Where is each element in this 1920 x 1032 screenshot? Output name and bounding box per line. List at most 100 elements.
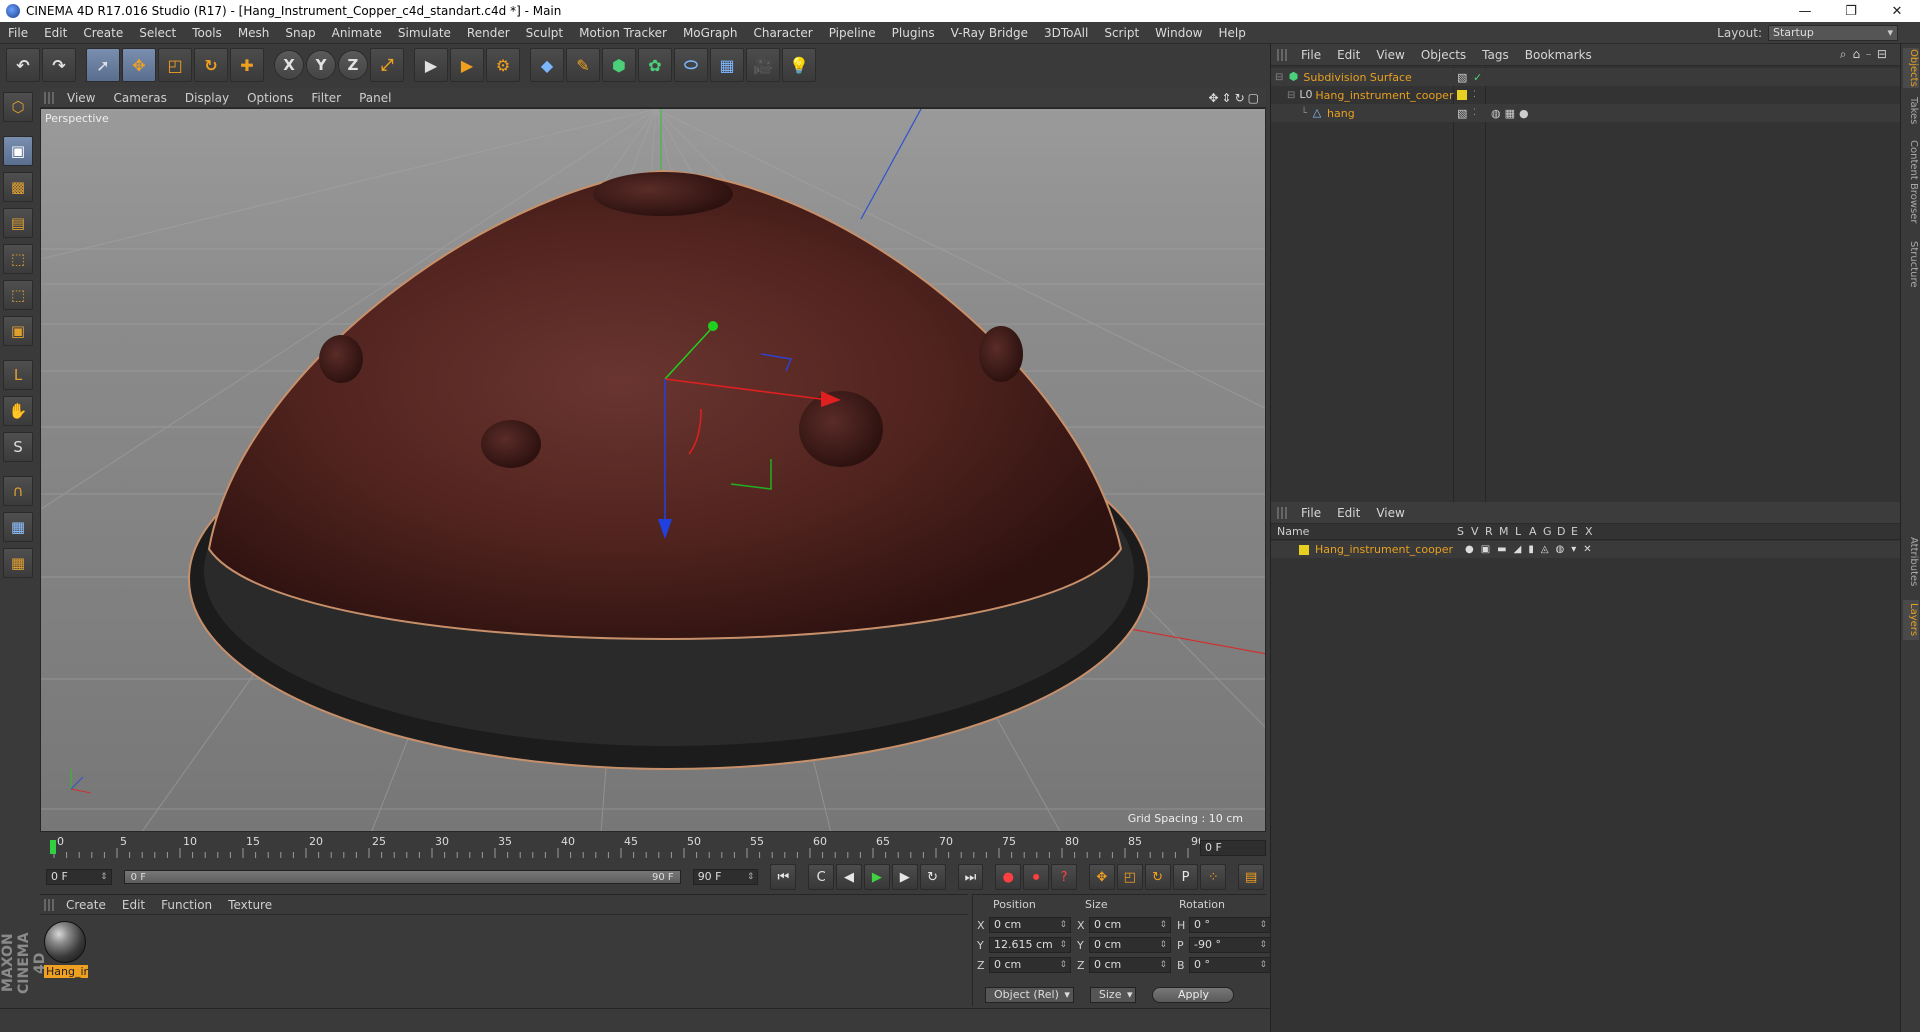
menu-simulate[interactable]: Simulate bbox=[390, 22, 459, 44]
array-icon[interactable]: ✿ bbox=[638, 48, 672, 82]
render-settings-icon[interactable]: ⚙ bbox=[486, 48, 520, 82]
material-name[interactable]: Hang_ir bbox=[44, 965, 88, 978]
object-name[interactable]: hang bbox=[1327, 107, 1355, 120]
minimize-button[interactable]: — bbox=[1782, 0, 1828, 22]
menu-render[interactable]: Render bbox=[459, 22, 518, 44]
panel-grip[interactable] bbox=[1277, 48, 1287, 61]
magnet-snap-icon[interactable]: ∩ bbox=[3, 476, 33, 506]
objects-search-home-icons[interactable]: ⌕⌂⎯⊟ bbox=[1840, 47, 1901, 62]
apply-button[interactable]: Apply bbox=[1152, 987, 1235, 1003]
move-tool-icon[interactable]: ✥ bbox=[122, 48, 156, 82]
panel-grip[interactable] bbox=[44, 898, 54, 911]
tab-layers[interactable]: Layers bbox=[1903, 600, 1919, 640]
preview-range-slider[interactable]: 0 F 90 F bbox=[123, 870, 681, 884]
y-axis-lock-icon[interactable]: Y bbox=[306, 50, 336, 80]
layers-menu-file[interactable]: File bbox=[1293, 506, 1329, 520]
menu-motion-tracker[interactable]: Motion Tracker bbox=[571, 22, 675, 44]
layers-menu-edit[interactable]: Edit bbox=[1329, 506, 1368, 520]
objects-menu-bookmarks[interactable]: Bookmarks bbox=[1517, 48, 1600, 62]
menu-mograph[interactable]: MoGraph bbox=[675, 22, 746, 44]
play-forward-icon[interactable]: ▶ bbox=[863, 864, 890, 890]
panel-grip[interactable] bbox=[44, 91, 54, 104]
layer-color-swatch[interactable] bbox=[1457, 90, 1467, 100]
timeline-window-icon[interactable]: ▤ bbox=[1238, 864, 1265, 890]
z-axis-lock-icon[interactable]: Z bbox=[338, 50, 368, 80]
size-mode-dropdown[interactable]: Size bbox=[1089, 987, 1137, 1003]
material-menu-edit[interactable]: Edit bbox=[114, 898, 153, 912]
objects-menu-file[interactable]: File bbox=[1293, 48, 1329, 62]
layer-row[interactable]: Hang_instrument_cooper ●▣▬◢▮◬◍▾✕ bbox=[1271, 541, 1901, 558]
menu-pipeline[interactable]: Pipeline bbox=[821, 22, 884, 44]
position-y-field[interactable]: 12.615 cm bbox=[989, 937, 1071, 953]
object-tags-icons[interactable]: ◍▦● bbox=[1491, 107, 1533, 120]
position-z-field[interactable]: 0 cm bbox=[989, 957, 1071, 973]
model-mode-icon[interactable]: ▣ bbox=[3, 136, 33, 166]
menu-character[interactable]: Character bbox=[745, 22, 820, 44]
record-position-icon[interactable]: ✥ bbox=[1088, 864, 1115, 890]
record-active-objects-icon[interactable]: ● bbox=[995, 864, 1022, 890]
size-z-field[interactable]: 0 cm bbox=[1089, 957, 1171, 973]
deformer-icon[interactable]: ⬭ bbox=[674, 48, 708, 82]
object-name[interactable]: Subdivision Surface bbox=[1303, 71, 1411, 84]
menu-edit[interactable]: Edit bbox=[36, 22, 75, 44]
menu-snap[interactable]: Snap bbox=[277, 22, 323, 44]
points-mode-icon[interactable]: ⬚ bbox=[3, 244, 33, 274]
workplane-mode-icon[interactable]: ▤ bbox=[3, 208, 33, 238]
layer-color-swatch[interactable] bbox=[1299, 544, 1309, 555]
current-frame-field[interactable]: 0 F bbox=[1200, 840, 1266, 856]
object-row-subdivision[interactable]: ⊟ ⬢ Subdivision Surface ▧ ✓ bbox=[1271, 68, 1901, 86]
size-x-field[interactable]: 0 cm bbox=[1089, 917, 1171, 933]
floor-icon[interactable]: ▦ bbox=[710, 48, 744, 82]
enabled-check-icon[interactable]: ✓ bbox=[1473, 71, 1482, 84]
visibility-dots-icon[interactable]: ⁚ bbox=[1473, 90, 1476, 100]
menu-help[interactable]: Help bbox=[1210, 22, 1253, 44]
pen-spline-icon[interactable]: ✎ bbox=[566, 48, 600, 82]
menu-3dtoall[interactable]: 3DToAll bbox=[1036, 22, 1096, 44]
viewport-menu-display[interactable]: Display bbox=[176, 91, 238, 105]
viewport-menu-cameras[interactable]: Cameras bbox=[104, 91, 175, 105]
material-menu-function[interactable]: Function bbox=[153, 898, 220, 912]
make-editable-icon[interactable]: ⬡ bbox=[3, 92, 33, 122]
viewport-menu-filter[interactable]: Filter bbox=[302, 91, 350, 105]
render-view-icon[interactable]: ▶ bbox=[414, 48, 448, 82]
record-scale-icon[interactable]: ◰ bbox=[1116, 864, 1143, 890]
layer-flag-icons[interactable]: ●▣▬◢▮◬◍▾✕ bbox=[1465, 544, 1599, 555]
tab-structure[interactable]: Structure bbox=[1903, 236, 1919, 292]
visibility-dots-icon[interactable]: ▧ bbox=[1457, 71, 1467, 84]
next-key-icon[interactable]: ↻ bbox=[919, 864, 946, 890]
objects-menu-tags[interactable]: Tags bbox=[1474, 48, 1517, 62]
tweak-mode-icon[interactable]: ✋ bbox=[3, 396, 33, 426]
material-swatch[interactable]: Hang_ir bbox=[44, 921, 88, 978]
record-parameter-icon[interactable]: P bbox=[1172, 864, 1199, 890]
recent-tool-icon[interactable]: ✚ bbox=[230, 48, 264, 82]
menu-tools[interactable]: Tools bbox=[184, 22, 230, 44]
panel-grip[interactable] bbox=[1277, 506, 1287, 519]
tab-objects[interactable]: Objects bbox=[1903, 48, 1919, 88]
cube-primitive-icon[interactable]: ◆ bbox=[530, 48, 564, 82]
live-selection-icon[interactable]: ➚ bbox=[86, 48, 120, 82]
3d-viewport[interactable]: Perspective Grid Spacing : 10 cm bbox=[40, 108, 1266, 832]
menu-file[interactable]: File bbox=[0, 22, 36, 44]
menu-animate[interactable]: Animate bbox=[324, 22, 390, 44]
visibility-dots-icon[interactable]: ▧ bbox=[1457, 107, 1467, 120]
autokeying-icon[interactable]: ⏺ bbox=[1023, 864, 1050, 890]
menu-create[interactable]: Create bbox=[75, 22, 131, 44]
record-rotation-icon[interactable]: ↻ bbox=[1144, 864, 1171, 890]
menu-sculpt[interactable]: Sculpt bbox=[518, 22, 571, 44]
x-axis-lock-icon[interactable]: X bbox=[274, 50, 304, 80]
previous-frame-icon[interactable]: ◀ bbox=[836, 864, 862, 890]
viewport-menu-view[interactable]: View bbox=[58, 91, 104, 105]
rotate-tool-icon[interactable]: ↻ bbox=[194, 48, 228, 82]
camera-icon[interactable]: 🎥 bbox=[746, 48, 780, 82]
render-to-picture-viewer-icon[interactable]: ▶ bbox=[450, 48, 484, 82]
light-icon[interactable]: 💡 bbox=[782, 48, 816, 82]
keyframe-selection-icon[interactable]: ? bbox=[1051, 864, 1077, 890]
next-frame-icon[interactable]: ▶ bbox=[891, 864, 918, 890]
end-frame-field[interactable]: 90 F bbox=[692, 869, 759, 885]
solo-mode-icon[interactable]: S bbox=[3, 432, 33, 462]
material-menu-create[interactable]: Create bbox=[58, 898, 114, 912]
timeline-ruler[interactable]: 0 5 10 15 20 25 30 35 40 45 50 55 60 65 70 75 80 85 90 bbox=[40, 834, 1266, 860]
object-row-hang[interactable]: └ △ hang ▧ ⁚ ◍▦● bbox=[1271, 104, 1901, 122]
enable-axis-icon[interactable]: L bbox=[3, 360, 33, 390]
object-row-null[interactable]: ⊟ L0 Hang_instrument_cooper ⁚ bbox=[1271, 86, 1901, 104]
